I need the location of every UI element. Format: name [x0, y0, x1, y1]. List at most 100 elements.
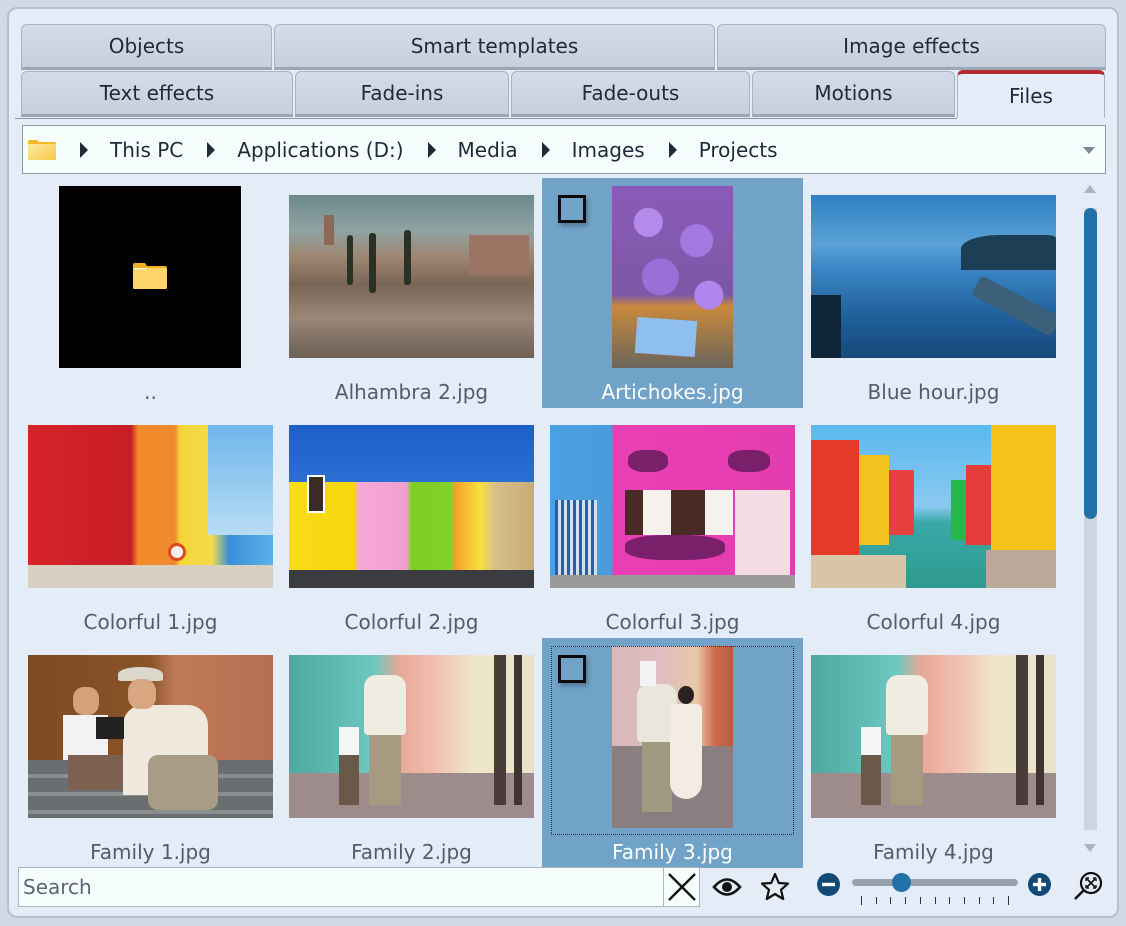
tab-objects[interactable]: Objects [21, 24, 272, 70]
slider-tick [949, 897, 950, 904]
slider-tick [964, 897, 965, 904]
slider-tick [993, 897, 994, 904]
scroll-up-icon[interactable] [1084, 185, 1096, 193]
tab-label: Fade-outs [581, 81, 680, 105]
file-grid: .. Alhambra 2.jpg Artichokes.jpg Blue ho… [20, 178, 1072, 868]
slider-track[interactable] [852, 879, 1018, 886]
breadcrumb-item-media[interactable]: Media [458, 138, 518, 162]
plus-circle-icon [1027, 872, 1051, 896]
slider-tick [935, 897, 936, 904]
file-tile[interactable]: Family 2.jpg [281, 638, 542, 868]
close-icon [667, 873, 696, 901]
scrollbar-track[interactable] [1084, 208, 1097, 830]
breadcrumb-separator-icon[interactable] [541, 141, 550, 158]
selection-checkbox[interactable] [558, 195, 586, 223]
file-tile-parent-folder[interactable]: .. [20, 178, 281, 408]
slider-thumb[interactable] [892, 873, 911, 892]
image-thumbnail [811, 425, 1056, 588]
tab-fade-outs[interactable]: Fade-outs [511, 71, 750, 117]
breadcrumb-separator-icon[interactable] [427, 141, 436, 158]
slider-tick [979, 897, 980, 904]
image-thumbnail [612, 646, 733, 828]
file-name: Family 1.jpg [90, 840, 211, 864]
file-tile[interactable]: Colorful 4.jpg [803, 408, 1064, 638]
breadcrumb-item-this-pc[interactable]: This PC [110, 138, 183, 162]
tab-smart-templates[interactable]: Smart templates [274, 24, 715, 70]
file-name: Alhambra 2.jpg [334, 380, 489, 404]
slider-ticks [861, 895, 1009, 907]
breadcrumb-item-projects[interactable]: Projects [699, 138, 778, 162]
file-tile[interactable]: Family 3.jpg [542, 638, 803, 868]
tab-fade-ins[interactable]: Fade-ins [295, 71, 509, 117]
file-name: .. [144, 380, 157, 404]
file-name: Family 2.jpg [351, 840, 472, 864]
breadcrumb-item-applications[interactable]: Applications (D:) [237, 138, 403, 162]
zoom-in-button[interactable] [1027, 872, 1051, 896]
file-tile[interactable]: Family 1.jpg [20, 638, 281, 868]
image-thumbnail [28, 655, 273, 818]
search-box [18, 867, 700, 907]
tab-label: Smart templates [410, 34, 579, 58]
image-thumbnail [28, 425, 273, 588]
image-thumbnail [612, 186, 733, 368]
image-thumbnail [811, 195, 1056, 358]
preview-button[interactable] [711, 873, 743, 901]
breadcrumb-item-images[interactable]: Images [572, 138, 645, 162]
file-name: Colorful 1.jpg [83, 610, 218, 634]
file-tile[interactable]: Colorful 3.jpg [542, 408, 803, 638]
zoom-out-button[interactable] [816, 872, 840, 896]
chevron-down-icon[interactable] [1083, 147, 1095, 154]
tab-motions[interactable]: Motions [752, 71, 955, 117]
slider-tick [861, 896, 862, 905]
tab-image-effects[interactable]: Image effects [717, 24, 1106, 70]
scrollbar-thumb[interactable] [1084, 208, 1097, 519]
zoom-fit-button[interactable] [1072, 870, 1104, 904]
eye-icon [712, 878, 742, 896]
tab-files[interactable]: Files [957, 70, 1105, 118]
file-tile[interactable]: Colorful 1.jpg [20, 408, 281, 638]
selection-checkbox[interactable] [558, 655, 586, 683]
slider-tick [920, 897, 921, 904]
clear-search-button[interactable] [663, 868, 699, 906]
slider-tick [905, 897, 906, 904]
image-thumbnail [289, 655, 534, 818]
file-name: Family 3.jpg [612, 840, 733, 864]
image-thumbnail [289, 425, 534, 588]
minus-circle-icon [816, 872, 840, 896]
file-name: Blue hour.jpg [867, 380, 1000, 404]
file-tile[interactable]: Family 4.jpg [803, 638, 1064, 868]
vertical-scrollbar[interactable] [1082, 180, 1098, 860]
star-icon [760, 872, 790, 901]
favorite-button[interactable] [758, 870, 792, 904]
image-thumbnail [550, 425, 795, 588]
folder-icon [133, 263, 167, 289]
tab-label: Image effects [843, 34, 980, 58]
tab-label: Text effects [99, 81, 215, 105]
file-tile[interactable]: Blue hour.jpg [803, 178, 1064, 408]
tab-text-effects[interactable]: Text effects [21, 71, 293, 117]
folder-icon[interactable] [28, 139, 56, 160]
breadcrumb-separator-icon[interactable] [668, 141, 677, 158]
slider-tick [1008, 896, 1009, 905]
breadcrumb-separator-icon[interactable] [80, 141, 88, 158]
file-tile[interactable]: Colorful 2.jpg [281, 408, 542, 638]
tab-label: Motions [814, 81, 893, 105]
file-tile[interactable]: Alhambra 2.jpg [281, 178, 542, 408]
slider-tick [890, 897, 891, 904]
search-input[interactable] [23, 870, 663, 904]
tab-baseline [15, 118, 957, 119]
file-name: Artichokes.jpg [601, 380, 744, 404]
image-thumbnail [289, 195, 534, 358]
slider-tick [876, 897, 877, 904]
parent-folder-thumbnail [59, 186, 241, 368]
file-name: Colorful 2.jpg [344, 610, 479, 634]
scroll-down-icon[interactable] [1084, 844, 1096, 852]
thumbnail-size-slider[interactable] [852, 872, 1018, 906]
breadcrumb-separator-icon[interactable] [207, 141, 216, 158]
tab-label: Objects [108, 34, 185, 58]
breadcrumb[interactable]: This PC Applications (D:) Media Images P… [22, 125, 1106, 174]
tab-label: Files [1009, 84, 1053, 108]
file-name: Family 4.jpg [873, 840, 994, 864]
image-thumbnail [811, 655, 1056, 818]
file-tile[interactable]: Artichokes.jpg [542, 178, 803, 408]
